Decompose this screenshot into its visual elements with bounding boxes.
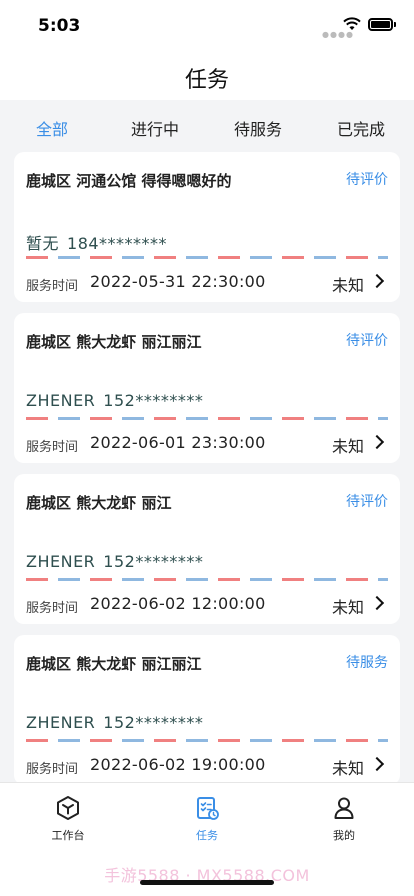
task-address: 鹿城区 熊大龙虾 丽江丽江 <box>26 655 202 673</box>
contact-row: ZHENER 152******** <box>26 713 203 732</box>
home-indicator <box>140 880 274 885</box>
task-price: 未知 <box>331 276 364 295</box>
chevron-right-icon[interactable] <box>369 595 385 611</box>
service-time-value: 2022-06-01 23:30:00 <box>90 433 266 452</box>
task-status: 待评价 <box>346 333 388 349</box>
status-bar: 5:03 ●●●● <box>0 0 414 52</box>
contact-phone: 152******** <box>103 713 204 732</box>
service-time-value: 2022-06-02 19:00:00 <box>90 755 266 774</box>
service-time-value: 2022-06-02 12:00:00 <box>90 594 266 613</box>
task-price: 未知 <box>331 759 364 778</box>
page-title: 任务 <box>184 68 229 93</box>
contact-phone: 184******** <box>67 234 168 253</box>
tab-tasks-label: 任务 <box>196 829 218 842</box>
service-time-label: 服务时间 <box>26 762 79 777</box>
contact-name: ZHENER <box>26 391 96 410</box>
task-list-icon <box>197 797 219 820</box>
task-card[interactable]: 鹿城区 熊大龙虾 丽江 待评价 ZHENER 152******** 服务时间 2… <box>14 474 400 624</box>
contact-phone: 152******** <box>103 391 204 410</box>
wifi-icon <box>343 17 361 30</box>
task-card[interactable]: 鹿城区 熊大龙虾 丽江丽江 待评价 ZHENER 152******** 服务时间… <box>14 313 400 463</box>
contact-phone: 152******** <box>103 552 204 571</box>
contact-name: 暂无 <box>26 234 60 253</box>
divider-stripe <box>26 739 388 742</box>
cube-icon <box>57 796 79 820</box>
tab-pending-service[interactable]: 待服务 <box>213 116 303 140</box>
contact-row: ZHENER 152******** <box>26 552 203 571</box>
tab-workbench[interactable]: 工作台 <box>18 795 118 843</box>
divider-stripe <box>26 417 388 420</box>
task-status: 待评价 <box>346 172 388 188</box>
task-status: 待评价 <box>346 494 388 510</box>
tab-mine[interactable]: 我的 <box>294 795 394 843</box>
divider-stripe <box>26 256 388 259</box>
divider-stripe <box>26 578 388 581</box>
task-price: 未知 <box>331 437 364 456</box>
filter-tabs: 全部 进行中 待服务 已完成 <box>0 100 414 152</box>
nav-bar: 任务 <box>0 52 414 100</box>
tab-completed[interactable]: 已完成 <box>316 116 406 140</box>
tab-mine-label: 我的 <box>333 829 355 842</box>
task-card[interactable]: 鹿城区 熊大龙虾 丽江丽江 待服务 ZHENER 152******** 服务时间… <box>14 635 400 785</box>
contact-row: 暂无 184******** <box>26 230 167 254</box>
task-address: 鹿城区 熊大龙虾 丽江 <box>26 494 172 512</box>
task-status: 待服务 <box>346 655 388 671</box>
chevron-right-icon[interactable] <box>369 273 385 289</box>
service-time-label: 服务时间 <box>26 279 79 294</box>
chevron-right-icon[interactable] <box>369 756 385 772</box>
service-time-label: 服务时间 <box>26 440 79 455</box>
contact-row: ZHENER 152******** <box>26 391 203 410</box>
battery-icon <box>368 18 396 31</box>
task-card[interactable]: 鹿城区 河通公馆 得得嗯嗯好的 待评价 暂无 184******** 服务时间 2… <box>14 152 400 302</box>
person-icon <box>334 797 354 819</box>
chevron-right-icon[interactable] <box>369 434 385 450</box>
service-time-value: 2022-05-31 22:30:00 <box>90 272 266 291</box>
tab-workbench-label: 工作台 <box>51 829 85 842</box>
task-address: 鹿城区 河通公馆 得得嗯嗯好的 <box>26 172 232 190</box>
tab-all[interactable]: 全部 <box>7 116 97 140</box>
task-address: 鹿城区 熊大龙虾 丽江丽江 <box>26 333 202 351</box>
contact-name: ZHENER <box>26 552 96 571</box>
tab-tasks[interactable]: 任务 <box>157 795 257 843</box>
status-time: 5:03 <box>38 16 81 36</box>
tab-in-progress[interactable]: 进行中 <box>110 116 200 140</box>
task-price: 未知 <box>331 598 364 617</box>
contact-name: ZHENER <box>26 713 96 732</box>
signal-icon: ●●●● <box>322 30 354 39</box>
service-time-label: 服务时间 <box>26 601 79 616</box>
